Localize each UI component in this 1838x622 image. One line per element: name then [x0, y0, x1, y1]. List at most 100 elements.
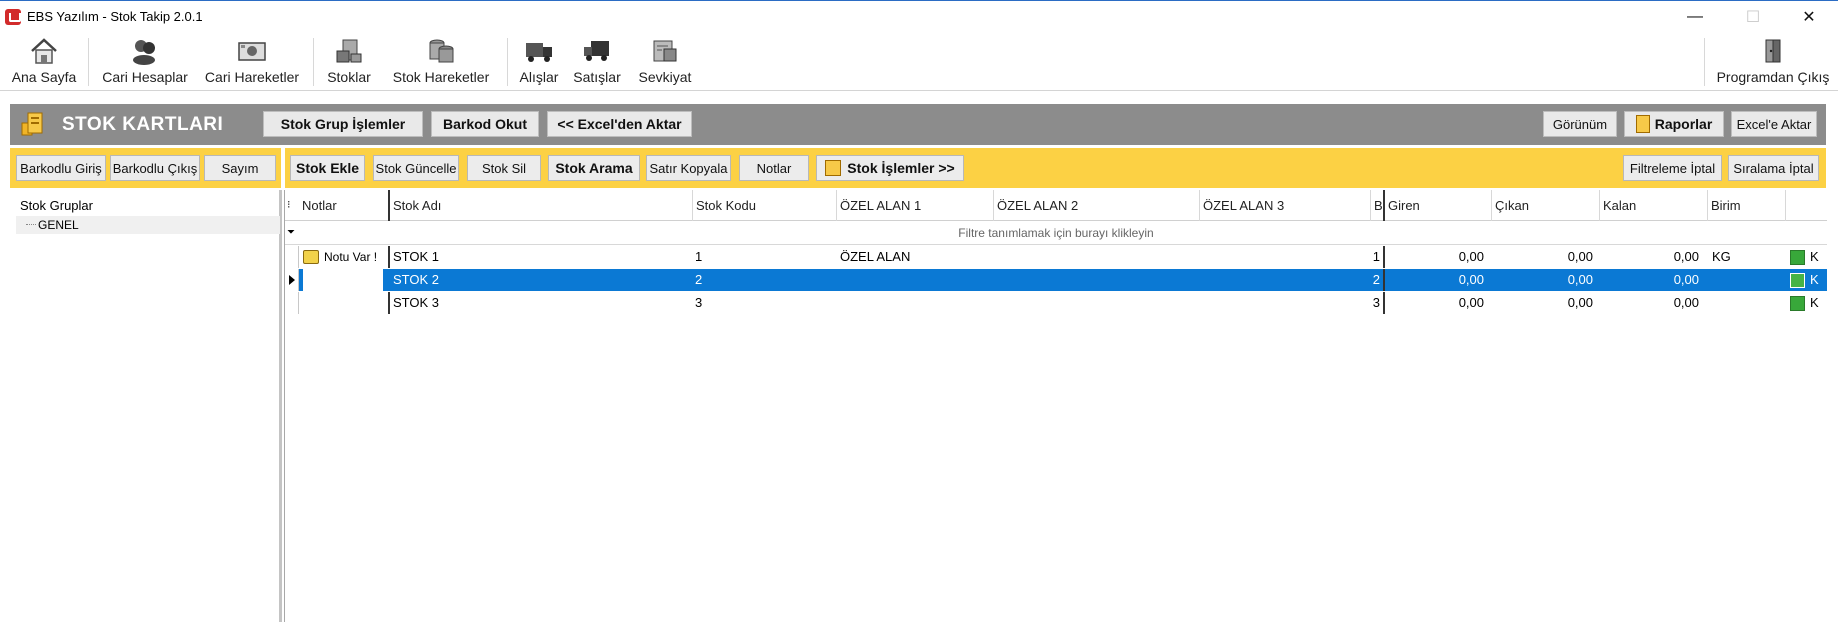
band-divider [281, 148, 285, 188]
cell-ba: 3 [1372, 295, 1380, 310]
stock-groups-tree: Stok Gruplar GENEL [10, 190, 282, 622]
toolbar-purchases-button[interactable]: Alışlar [515, 34, 563, 88]
stock-update-button[interactable]: Stok Güncelle [373, 155, 459, 181]
close-button[interactable]: ✕ [1786, 2, 1832, 32]
toolbar-label: Cari Hareketler [204, 69, 300, 85]
excel-import-button[interactable]: << Excel'den Aktar [547, 111, 692, 137]
cell-ozel-alan-1 [837, 292, 987, 314]
column-chooser-icon[interactable]: ⁝ [285, 190, 299, 221]
barcode-scan-button[interactable]: Barkod Okut [431, 111, 539, 137]
app-logo-icon [5, 9, 21, 25]
main-toolbar: Ana Sayfa Cari Hesaplar Cari Hareketler … [0, 32, 1838, 91]
column-header-stok-adi[interactable]: Stok Adı [388, 190, 646, 221]
toolbar-label: Satışlar [573, 69, 621, 85]
cell-flag: K [1810, 272, 1819, 287]
app-window: EBS Yazılım - Stok Takip 2.0.1 — ☐ ✕ Ana… [0, 0, 1838, 622]
column-header-birim[interactable]: Birim [1707, 190, 1784, 221]
toolbar-label: Alışlar [519, 69, 559, 85]
count-button[interactable]: Sayım [204, 155, 276, 181]
toolbar-divider [507, 38, 508, 86]
stock-icon [334, 36, 364, 66]
excel-export-button[interactable]: Excel'e Aktar [1731, 111, 1817, 137]
cell-birim: KG [1712, 249, 1731, 264]
cell-note [303, 269, 383, 291]
cell-giren: 0,00 [1458, 272, 1484, 287]
column-header-ozel-alan-2[interactable]: ÖZEL ALAN 2 [993, 190, 1198, 221]
note-icon [303, 250, 319, 264]
cell-kalan: 0,00 [1673, 295, 1699, 310]
toolbar-home-button[interactable]: Ana Sayfa [8, 34, 80, 88]
toolbar-divider [313, 38, 314, 86]
table-row[interactable]: STOK 3 3 3 0,00 0,00 0,00 K [285, 292, 1827, 314]
stock-search-button[interactable]: Stok Arama [548, 155, 640, 181]
table-row[interactable]: Notu Var ! STOK 1 1 ÖZEL ALAN 1 0,00 0,0… [285, 246, 1827, 268]
stock-group-ops-button[interactable]: Stok Grup İşlemler [263, 111, 423, 137]
users-icon [130, 36, 160, 66]
cash-register-icon [237, 36, 267, 66]
toolbar-stocks-button[interactable]: Stoklar [323, 34, 375, 88]
maximize-button[interactable]: ☐ [1730, 2, 1776, 32]
toolbar-sales-button[interactable]: Satışlar [570, 34, 624, 88]
stock-ops-label: Stok İşlemler >> [847, 160, 955, 176]
toolbar-account-movements-button[interactable]: Cari Hareketler [201, 34, 303, 88]
row-indicator [285, 246, 299, 268]
cell-cikan: 0,00 [1567, 249, 1593, 264]
stock-cards-header: STOK KARTLARI Stok Grup İşlemler Barkod … [10, 104, 1826, 145]
minimize-button[interactable]: — [1672, 2, 1718, 32]
filter-row[interactable]: ⏷ Filtre tanımlamak için burayı klikleyi… [285, 221, 1827, 245]
column-header-cikan[interactable]: Çıkan [1491, 190, 1598, 221]
reports-button[interactable]: Raporlar [1624, 111, 1724, 137]
toolbar-label: Cari Hesaplar [102, 69, 188, 85]
barcode-out-button[interactable]: Barkodlu Çıkış [110, 155, 200, 181]
cell-flag: K [1810, 295, 1819, 310]
window-title: EBS Yazılım - Stok Takip 2.0.1 [27, 9, 203, 24]
cell-stock-name: STOK 1 [393, 249, 440, 264]
stock-delete-button[interactable]: Stok Sil [467, 155, 541, 181]
cell-birim [1709, 269, 1779, 291]
column-header-stok-kodu[interactable]: Stok Kodu [692, 190, 835, 221]
column-header-kalan[interactable]: Kalan [1599, 190, 1706, 221]
cell-ba: 2 [1372, 272, 1380, 287]
grid-header: ⁝ Notlar Stok Adı Stok Kodu ÖZEL ALAN 1 … [285, 190, 1827, 221]
tree-item-label: GENEL [38, 218, 79, 232]
title-bar: EBS Yazılım - Stok Takip 2.0.1 — ☐ ✕ [0, 2, 1838, 32]
column-header-notlar[interactable]: Notlar [299, 190, 375, 221]
toolbar-label: Stok Hareketler [392, 69, 490, 85]
column-header-giren[interactable]: Giren [1383, 190, 1489, 221]
status-indicator [1790, 273, 1805, 288]
row-indicator [285, 292, 299, 314]
column-header-ozel-alan-3[interactable]: ÖZEL ALAN 3 [1199, 190, 1369, 221]
filter-cancel-button[interactable]: Filtreleme İptal [1623, 155, 1722, 181]
cell-stock-name: STOK 2 [393, 272, 440, 287]
column-header-ozel-alan-1[interactable]: ÖZEL ALAN 1 [836, 190, 992, 221]
toolbar-stock-movements-button[interactable]: Stok Hareketler [387, 34, 495, 88]
cell-flag: K [1810, 249, 1819, 264]
tree-root-label[interactable]: Stok Gruplar [20, 198, 93, 213]
cell-note: Notu Var ! [324, 250, 377, 264]
stock-ops-menu-button[interactable]: Stok İşlemler >> [816, 155, 964, 181]
cell-stock-name: STOK 3 [393, 295, 440, 310]
cell-kalan: 0,00 [1673, 249, 1699, 264]
toolbar-shipment-button[interactable]: Sevkiyat [634, 34, 696, 88]
sort-cancel-button[interactable]: Sıralama İptal [1728, 155, 1819, 181]
copy-row-button[interactable]: Satır Kopyala [646, 155, 731, 181]
cell-ozel-alan-1: ÖZEL ALAN [840, 249, 911, 264]
action-bar: Barkodlu Giriş Barkodlu Çıkış Sayım Stok… [10, 148, 1826, 188]
table-row-selected[interactable]: STOK 2 2 2 0,00 0,00 0,00 K [285, 269, 1827, 291]
toolbar-divider [1704, 38, 1705, 86]
cell-ozel-alan-1 [837, 269, 987, 291]
exit-program-button[interactable]: Programdan Çıkış [1714, 34, 1832, 88]
toolbar-label: Ana Sayfa [11, 69, 77, 85]
cell-birim [1709, 292, 1779, 314]
barcode-in-button[interactable]: Barkodlu Giriş [16, 155, 106, 181]
tree-item-genel[interactable]: GENEL [16, 216, 280, 234]
stock-add-button[interactable]: Stok Ekle [290, 155, 365, 181]
cell-giren: 0,00 [1458, 295, 1484, 310]
truck-icon [524, 36, 554, 66]
toolbar-accounts-button[interactable]: Cari Hesaplar [99, 34, 191, 88]
cell-ba: 1 [1372, 249, 1380, 264]
shipment-icon [650, 36, 680, 66]
view-button[interactable]: Görünüm [1543, 111, 1617, 137]
tree-connector [26, 224, 36, 225]
notes-button[interactable]: Notlar [739, 155, 809, 181]
